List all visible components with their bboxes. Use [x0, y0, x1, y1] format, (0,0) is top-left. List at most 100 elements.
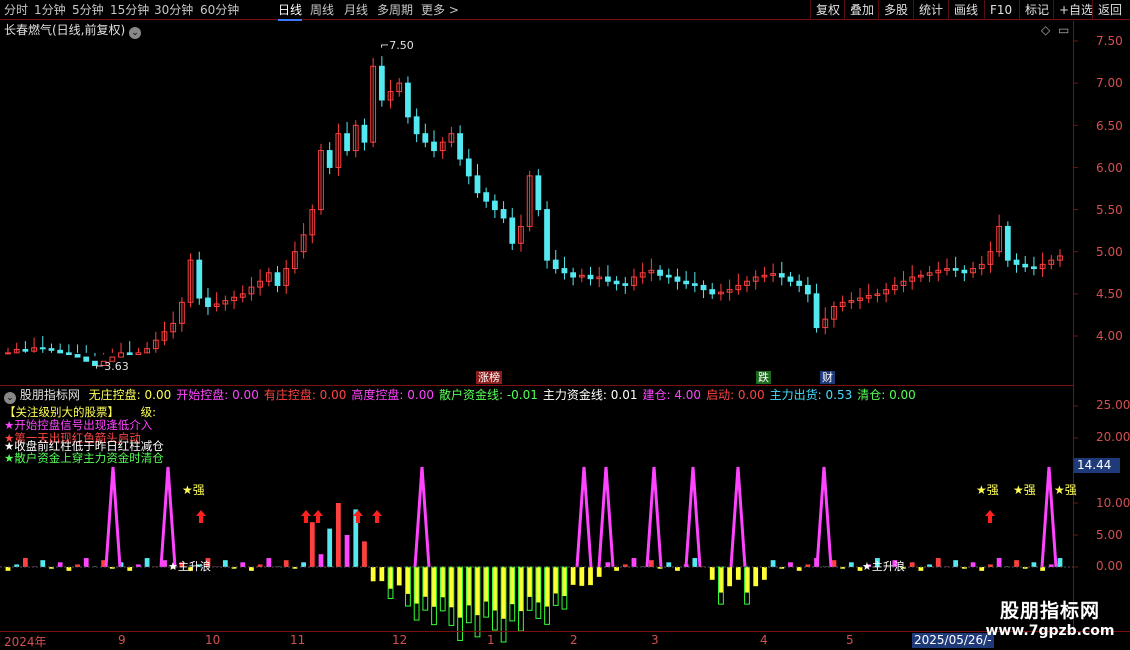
candle-body [683, 280, 690, 285]
candle-body [796, 280, 803, 286]
candle-body [622, 283, 629, 286]
indicator-bar [370, 567, 376, 582]
time-label: 11 [290, 633, 306, 647]
chart-canvas[interactable] [0, 0, 1130, 650]
control-spike [597, 466, 615, 568]
candle-body [1031, 266, 1037, 270]
indicator-bar [596, 567, 602, 577]
indicator-bar [440, 567, 446, 598]
candle-body [57, 349, 64, 354]
candle-body [65, 352, 72, 356]
indicator-name[interactable]: 股朋指标网 [20, 388, 80, 402]
time-label: 5 [846, 633, 854, 647]
indicator-bar [83, 558, 89, 567]
indicator-bar [309, 522, 315, 567]
candle-body [457, 133, 463, 160]
time-label: 3 [651, 633, 659, 647]
legend-title-text: 【关注级别大的股票】 [4, 405, 119, 419]
main-rise-label: ★主升浪 [862, 560, 905, 573]
time-label: 1 [487, 633, 495, 647]
indicator-bar [66, 567, 72, 571]
watermark-title: 股朋指标网 [999, 600, 1100, 622]
indicator-bar [614, 567, 619, 571]
rise-rank-tag[interactable]: 涨榜 [476, 371, 502, 384]
finance-tag[interactable]: 财 [820, 371, 835, 384]
indicator-field: 无庄控盘: 0.00 [88, 388, 172, 402]
low-price-label: ⌐3.63 [95, 360, 129, 373]
red-arrow-icon [196, 510, 206, 523]
indicator-bar [405, 567, 411, 594]
time-label: 9 [118, 633, 126, 647]
candle-body [804, 284, 811, 295]
pane-divider[interactable] [0, 385, 1073, 386]
indicator-field: 建仓: 4.00 [642, 388, 702, 402]
indicator-header: ⌄ 股朋指标网 无庄控盘: 0.00 开始控盘: 0.00 有庄控盘: 0.00 高度… [4, 388, 916, 404]
cursor-value-label: 14.44 [1074, 458, 1120, 473]
candle-body [83, 356, 90, 362]
indicator-tick: 0.00 [1096, 559, 1123, 573]
indicator-bar [509, 567, 515, 605]
candle-body [431, 141, 437, 152]
candle-body [961, 269, 968, 274]
candle-body [691, 283, 698, 286]
indicator-field: 有庄控盘: 0.00 [263, 388, 347, 402]
candle-body [126, 352, 133, 356]
indicator-bar [631, 558, 637, 567]
indicator-bar [483, 567, 489, 602]
candle-body [118, 352, 124, 358]
indicator-bar [605, 562, 611, 567]
candle-body [1004, 225, 1011, 261]
indicator-bar [753, 567, 759, 587]
fall-tag[interactable]: 跌 [756, 371, 771, 384]
candle-body [48, 348, 55, 351]
candle-body [509, 217, 516, 244]
indicator-bar [518, 567, 524, 612]
candle-body [605, 276, 611, 282]
indicator-bar [466, 567, 472, 606]
low-price-value: 3.63 [104, 360, 129, 373]
time-label: 4 [760, 633, 768, 647]
strong-label: ★强 [976, 483, 999, 497]
indicator-bar [979, 567, 985, 571]
legend-level-text: 级: [140, 405, 157, 419]
candle-body [613, 280, 620, 285]
axis-divider [1073, 21, 1074, 631]
indicator-bar [692, 558, 698, 567]
indicator-bar [727, 567, 733, 587]
indicator-field: 主力出货: 0.53 [769, 388, 853, 402]
indicator-bar [379, 567, 385, 582]
candle-body [570, 272, 577, 278]
indicator-bar [744, 567, 750, 593]
control-spike [104, 466, 122, 568]
indicator-bar [996, 558, 1002, 567]
red-arrow-icon [372, 510, 382, 523]
candle-body [465, 158, 472, 177]
indicator-bar [301, 562, 306, 567]
indicator-bar [457, 567, 463, 618]
indicator-field: 主力资金线: 0.01 [542, 388, 638, 402]
indicator-bar [648, 560, 654, 567]
indicator-bar [562, 567, 567, 596]
indicator-bar [935, 558, 941, 567]
watermark-url: www.7gpzb.com [985, 623, 1115, 639]
chevron-down-icon[interactable]: ⌄ [4, 392, 16, 404]
price-tick: 7.50 [1096, 34, 1123, 48]
indicator-bar [718, 567, 724, 593]
indicator-bar [579, 567, 585, 586]
control-spike [815, 466, 833, 568]
candle-body [500, 209, 507, 219]
indicator-bar [527, 567, 533, 597]
indicator-bar [240, 562, 246, 567]
indicator-bar [283, 560, 289, 567]
indicator-bar [918, 567, 924, 571]
indicator-bar [492, 567, 498, 611]
indicator-bar [40, 560, 46, 567]
control-spike [159, 466, 177, 568]
control-spike [684, 466, 702, 568]
candle-body [361, 124, 368, 143]
candle-body [544, 209, 550, 261]
price-tick: 4.00 [1096, 329, 1123, 343]
candle-body [665, 274, 672, 278]
indicator-bar [588, 567, 593, 586]
indicator-bar [266, 558, 272, 567]
